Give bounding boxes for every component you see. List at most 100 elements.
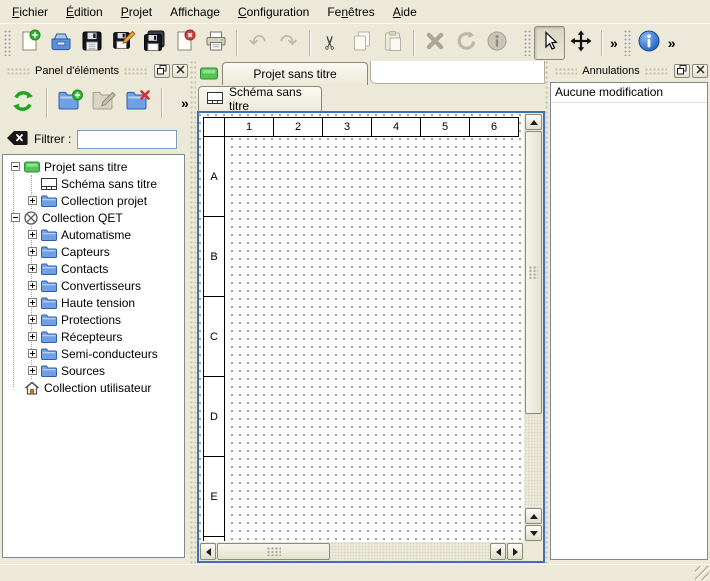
elements-panel-titlebar[interactable]: Panel d'éléments: [2, 62, 188, 80]
expand-icon[interactable]: [28, 332, 37, 341]
tree-item-label: Collection QET: [42, 211, 123, 225]
tree-item-collection-qet[interactable]: Collection QET: [3, 209, 184, 226]
tree-item-capteurs[interactable]: Capteurs: [3, 243, 184, 260]
paste-button[interactable]: [377, 26, 408, 60]
tab-label: Schéma sans titre: [229, 85, 321, 113]
tree-item-collection-projet[interactable]: Collection projet: [3, 192, 184, 209]
tree-item-recepteurs[interactable]: Récepteurs: [3, 328, 184, 345]
save-button[interactable]: [76, 26, 107, 60]
collapse-icon[interactable]: [11, 162, 20, 171]
menu-affichage[interactable]: Affichage: [161, 2, 229, 22]
undo-panel-titlebar[interactable]: Annulations: [550, 62, 708, 80]
tree-item-schema[interactable]: Schéma sans titre: [3, 175, 184, 192]
elements-tree[interactable]: Projet sans titre Schéma sans titre Coll…: [2, 154, 185, 558]
tree-item-convertisseurs[interactable]: Convertisseurs: [3, 277, 184, 294]
filter-input[interactable]: [77, 130, 177, 149]
expand-icon[interactable]: [28, 264, 37, 273]
tree-item-automatisme[interactable]: Automatisme: [3, 226, 184, 243]
scroll-left-button[interactable]: [200, 543, 216, 560]
menu-projet[interactable]: Projet: [112, 2, 161, 22]
menu-fenetres[interactable]: Fenêtres: [318, 2, 383, 22]
tree-item-semi-conducteurs[interactable]: Semi-conducteurs: [3, 345, 184, 362]
menu-configuration[interactable]: Configuration: [229, 2, 318, 22]
toolbar-drag-handle[interactable]: [524, 30, 531, 56]
horizontal-scrollbar[interactable]: [199, 542, 524, 561]
float-panel-button[interactable]: [154, 64, 170, 78]
collapse-icon[interactable]: [11, 213, 20, 222]
expand-icon[interactable]: [28, 196, 37, 205]
cut-button[interactable]: ✂: [315, 26, 346, 60]
close-document-button[interactable]: [169, 26, 200, 60]
reload-collections-button[interactable]: [6, 86, 40, 120]
new-category-button[interactable]: [53, 86, 87, 120]
schema-view: 1 2 3 4 5 6 A B C D E: [197, 111, 545, 563]
expand-icon[interactable]: [28, 230, 37, 239]
delete-icon: [423, 29, 447, 56]
tree-item-sources[interactable]: Sources: [3, 362, 184, 379]
column-header: 2: [273, 117, 323, 137]
menu-aide[interactable]: Aide: [384, 2, 426, 22]
expand-icon[interactable]: [28, 366, 37, 375]
float-panel-button[interactable]: [674, 64, 690, 78]
open-button[interactable]: [45, 26, 76, 60]
toolbar-drag-handle[interactable]: [624, 30, 631, 56]
delete-button[interactable]: [419, 26, 450, 60]
scroll-down-button[interactable]: [525, 525, 542, 541]
expand-icon[interactable]: [28, 315, 37, 324]
scroll-left-button-2[interactable]: [490, 543, 506, 560]
tree-item-project[interactable]: Projet sans titre: [3, 158, 184, 175]
print-icon: [204, 29, 228, 56]
resize-grip[interactable]: [695, 566, 709, 580]
tab-projet-sans-titre[interactable]: Projet sans titre: [222, 62, 368, 85]
new-document-button[interactable]: [14, 26, 45, 60]
close-panel-button[interactable]: [692, 64, 708, 78]
tab-schema-sans-titre[interactable]: Schéma sans titre: [198, 86, 322, 111]
tab-bar-empty-area: [370, 61, 545, 84]
horizontal-scrollbar-thumb[interactable]: [217, 543, 330, 560]
expand-icon[interactable]: [28, 247, 37, 256]
schema-canvas[interactable]: 1 2 3 4 5 6 A B C D E: [199, 113, 524, 542]
tab-label: Projet sans titre: [253, 67, 336, 81]
selection-mode-button[interactable]: [534, 26, 565, 60]
close-panel-button[interactable]: [172, 64, 188, 78]
redo-icon: ↷: [280, 32, 298, 53]
tree-item-haute-tension[interactable]: Haute tension: [3, 294, 184, 311]
edit-category-button[interactable]: [87, 86, 121, 120]
redo-button[interactable]: ↷: [273, 26, 304, 60]
folder-icon: [41, 331, 57, 343]
undo-history-list[interactable]: Aucune modification: [550, 82, 708, 560]
vertical-scrollbar-thumb[interactable]: [525, 131, 542, 414]
expand-icon[interactable]: [28, 298, 37, 307]
delete-category-button[interactable]: [121, 86, 155, 120]
paste-icon: [381, 29, 405, 56]
scroll-up-button-2[interactable]: [525, 508, 542, 524]
clear-filter-button[interactable]: [6, 130, 28, 149]
vertical-scrollbar[interactable]: [524, 113, 543, 542]
scroll-right-button[interactable]: [507, 543, 523, 560]
rotate-button[interactable]: [450, 26, 481, 60]
tree-item-contacts[interactable]: Contacts: [3, 260, 184, 277]
cut-icon: ✂: [321, 35, 340, 51]
menu-edition[interactable]: Édition: [57, 2, 112, 22]
undo-history-item[interactable]: Aucune modification: [551, 83, 707, 103]
print-button[interactable]: [200, 26, 231, 60]
menu-fichier[interactable]: Fichier: [3, 2, 57, 22]
save-all-button[interactable]: [138, 26, 169, 60]
copy-button[interactable]: [346, 26, 377, 60]
tree-item-protections[interactable]: Protections: [3, 311, 184, 328]
undo-button[interactable]: ↶: [242, 26, 273, 60]
tree-item-collection-utilisateur[interactable]: Collection utilisateur: [3, 379, 184, 396]
tree-item-label: Haute tension: [61, 296, 135, 310]
expand-icon[interactable]: [28, 349, 37, 358]
filter-row: Filtrer :: [0, 127, 190, 151]
toolbar-drag-handle[interactable]: [4, 30, 11, 56]
move-mode-button[interactable]: [565, 26, 596, 60]
info-button[interactable]: [481, 26, 512, 60]
about-button[interactable]: [634, 26, 665, 60]
rotate-icon: [454, 29, 478, 56]
toolbar-overflow-button[interactable]: »: [665, 36, 679, 50]
scroll-up-button[interactable]: [525, 114, 542, 130]
toolbar-overflow-button[interactable]: »: [607, 36, 621, 50]
save-as-button[interactable]: [107, 26, 138, 60]
expand-icon[interactable]: [28, 281, 37, 290]
